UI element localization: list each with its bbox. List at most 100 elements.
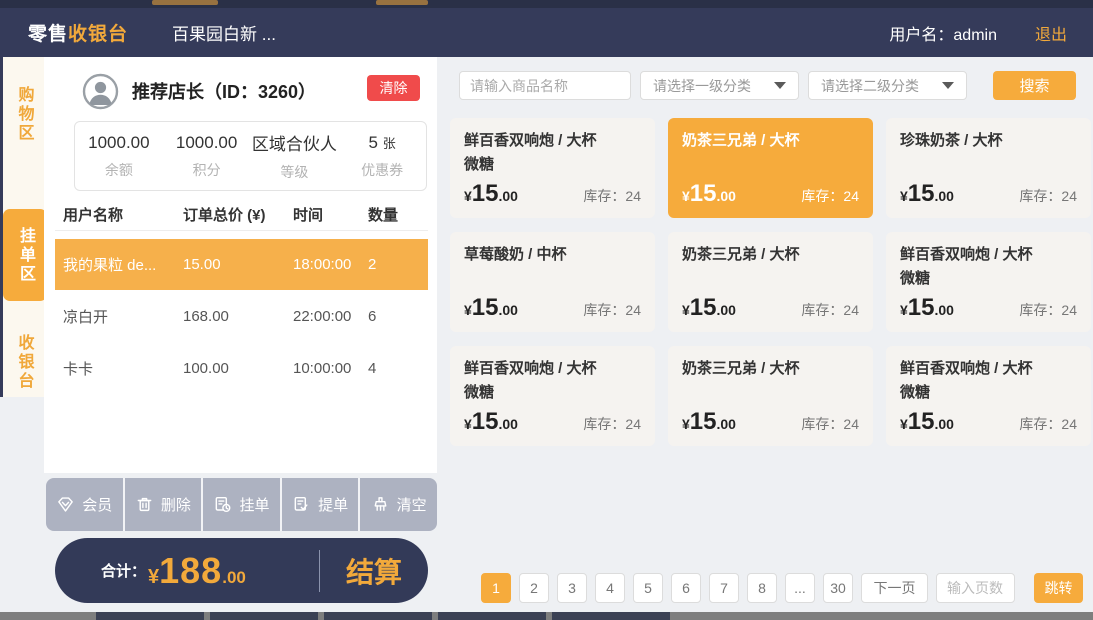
order-qty: 2: [368, 256, 428, 273]
jump-button[interactable]: 跳转: [1034, 573, 1083, 603]
col-username: 用户名称: [63, 204, 183, 225]
trash-icon: [135, 495, 154, 514]
next-page-button[interactable]: 下一页: [861, 573, 928, 603]
clear-cart-button-label: 清空: [397, 494, 427, 515]
order-time: 10:00:00: [293, 360, 368, 377]
product-stock: 库存：24: [801, 186, 859, 206]
product-stock: 库存：24: [801, 300, 859, 320]
tab-cashier[interactable]: 收银台: [3, 323, 44, 401]
search-button[interactable]: 搜索: [993, 71, 1076, 100]
total-bar: 合计： ¥188.00 结算: [55, 538, 428, 603]
category1-select[interactable]: 请选择一级分类: [640, 71, 799, 100]
page-button-1[interactable]: 1: [481, 573, 511, 603]
product-card[interactable]: 鲜百香双响炮 / 大杯 微糖 ¥15.00 库存：24: [450, 118, 655, 218]
store-name: 百果园白新 ...: [172, 20, 276, 45]
product-stock: 库存：24: [801, 414, 859, 434]
member-button-label: 会员: [82, 494, 112, 515]
col-qty: 数量: [368, 204, 428, 225]
orders-table-header: 用户名称 订单总价 (¥) 时间 数量: [55, 203, 428, 225]
member-stats-box: 1000.00 余额 1000.00 积分 区域合伙人 等级 5 张 优惠券: [74, 121, 427, 191]
product-title: 奶茶三兄弟 / 大杯: [682, 129, 859, 153]
order-row[interactable]: 卡卡 100.00 10:00:00 4: [55, 342, 428, 394]
product-subtitle: 微糖: [464, 381, 641, 405]
stat-level-label: 等级: [251, 162, 339, 182]
page-button-7[interactable]: 7: [709, 573, 739, 603]
col-total: 订单总价 (¥): [183, 204, 293, 225]
tab-shopping-area[interactable]: 购物区: [3, 75, 44, 153]
product-card[interactable]: 奶茶三兄弟 / 大杯 ¥15.00库存：24: [668, 346, 873, 446]
product-name-input[interactable]: [459, 71, 631, 100]
page-button-6[interactable]: 6: [671, 573, 701, 603]
product-card[interactable]: 草莓酸奶 / 中杯 ¥15.00库存：24: [450, 232, 655, 332]
clear-member-button[interactable]: 清除: [367, 75, 420, 101]
product-price: ¥15.00: [464, 180, 518, 208]
product-stock: 库存：24: [583, 300, 641, 320]
stat-points: 1000.00 积分: [163, 133, 251, 180]
page-button-5[interactable]: 5: [633, 573, 663, 603]
pos-app: 零售收银台 百果园白新 ... 用户名：admin 退出 购物区 挂单区 收银台…: [0, 0, 1093, 620]
product-grid: 鲜百香双响炮 / 大杯 微糖 ¥15.00 库存：24 奶茶三兄弟 / 大杯 ¥1…: [450, 118, 1091, 446]
product-subtitle: 微糖: [464, 153, 641, 177]
stat-balance-label: 余额: [75, 160, 163, 180]
page-ellipsis[interactable]: ...: [785, 573, 815, 603]
product-stock: 库存：24: [583, 186, 641, 206]
page-button-3[interactable]: 3: [557, 573, 587, 603]
page-number-input[interactable]: [936, 573, 1015, 603]
total-amount: ¥188.00: [148, 550, 246, 592]
product-card[interactable]: 奶茶三兄弟 / 大杯 ¥15.00库存：24: [668, 118, 873, 218]
hold-order-icon: [213, 495, 232, 514]
product-title: 草莓酸奶 / 中杯: [464, 243, 641, 267]
product-card[interactable]: 珍珠奶茶 / 大杯 ¥15.00库存：24: [886, 118, 1091, 218]
order-qty: 4: [368, 360, 428, 377]
stat-coupons-label: 优惠券: [338, 160, 426, 180]
stat-coupons-value: 5: [369, 133, 378, 152]
taskbar-segment: [210, 612, 318, 620]
product-price: ¥15.00: [682, 294, 736, 322]
checkout-button[interactable]: 结算: [320, 551, 428, 591]
stat-level: 区域合伙人 等级: [251, 130, 339, 182]
product-card[interactable]: 奶茶三兄弟 / 大杯 ¥15.00 库存：24: [668, 232, 873, 332]
hold-order-button[interactable]: 挂单: [203, 478, 280, 531]
product-title: 奶茶三兄弟 / 大杯: [682, 243, 859, 267]
order-total: 100.00: [183, 360, 293, 377]
product-title: 鲜百香双响炮 / 大杯: [464, 357, 641, 381]
chevron-down-icon: [942, 82, 954, 89]
page-button-2[interactable]: 2: [519, 573, 549, 603]
product-title: 鲜百香双响炮 / 大杯: [464, 129, 641, 153]
clear-cart-button[interactable]: 清空: [360, 478, 437, 531]
category2-select-value: 请选择二级分类: [821, 76, 919, 96]
member-button[interactable]: 会员: [46, 478, 123, 531]
tab-held-orders[interactable]: 挂单区: [3, 209, 47, 301]
product-stock: 库存：24: [1019, 186, 1077, 206]
pick-order-button[interactable]: 提单: [282, 478, 359, 531]
app-title: 零售收银台: [28, 19, 128, 46]
delete-button[interactable]: 删除: [125, 478, 202, 531]
product-stock: 库存：24: [1019, 300, 1077, 320]
taskbar-segment: [438, 612, 546, 620]
logout-button[interactable]: 退出: [1035, 21, 1067, 45]
product-card[interactable]: 鲜百香双响炮 / 大杯 微糖 ¥15.00库存：24: [450, 346, 655, 446]
order-total: 168.00: [183, 308, 293, 325]
product-price: ¥15.00: [900, 294, 954, 322]
total-label: 合计：: [101, 560, 146, 581]
product-card[interactable]: 鲜百香双响炮 / 大杯 微糖 ¥15.00库存：24: [886, 346, 1091, 446]
chevron-down-icon: [774, 82, 786, 89]
delete-button-label: 删除: [161, 494, 191, 515]
pick-order-button-label: 提单: [318, 494, 348, 515]
order-row[interactable]: 我的果粒 de... 15.00 18:00:00 2: [55, 239, 428, 290]
page-button-8[interactable]: 8: [747, 573, 777, 603]
member-avatar-icon: [82, 73, 119, 110]
app-header: 零售收银台 百果园白新 ... 用户名：admin 退出: [0, 8, 1093, 57]
product-title: 奶茶三兄弟 / 大杯: [682, 357, 859, 381]
product-title: 鲜百香双响炮 / 大杯: [900, 243, 1077, 267]
background-window-remnant: [376, 0, 428, 5]
category1-select-value: 请选择一级分类: [653, 76, 751, 96]
order-row[interactable]: 凉白开 168.00 22:00:00 6: [55, 290, 428, 342]
table-divider: [55, 230, 428, 231]
product-card[interactable]: 鲜百香双响炮 / 大杯 微糖 ¥15.00库存：24: [886, 232, 1091, 332]
stat-balance-value: 1000.00: [88, 133, 149, 152]
category2-select[interactable]: 请选择二级分类: [808, 71, 967, 100]
page-button-30[interactable]: 30: [823, 573, 853, 603]
page-button-4[interactable]: 4: [595, 573, 625, 603]
hold-order-button-label: 挂单: [239, 494, 269, 515]
